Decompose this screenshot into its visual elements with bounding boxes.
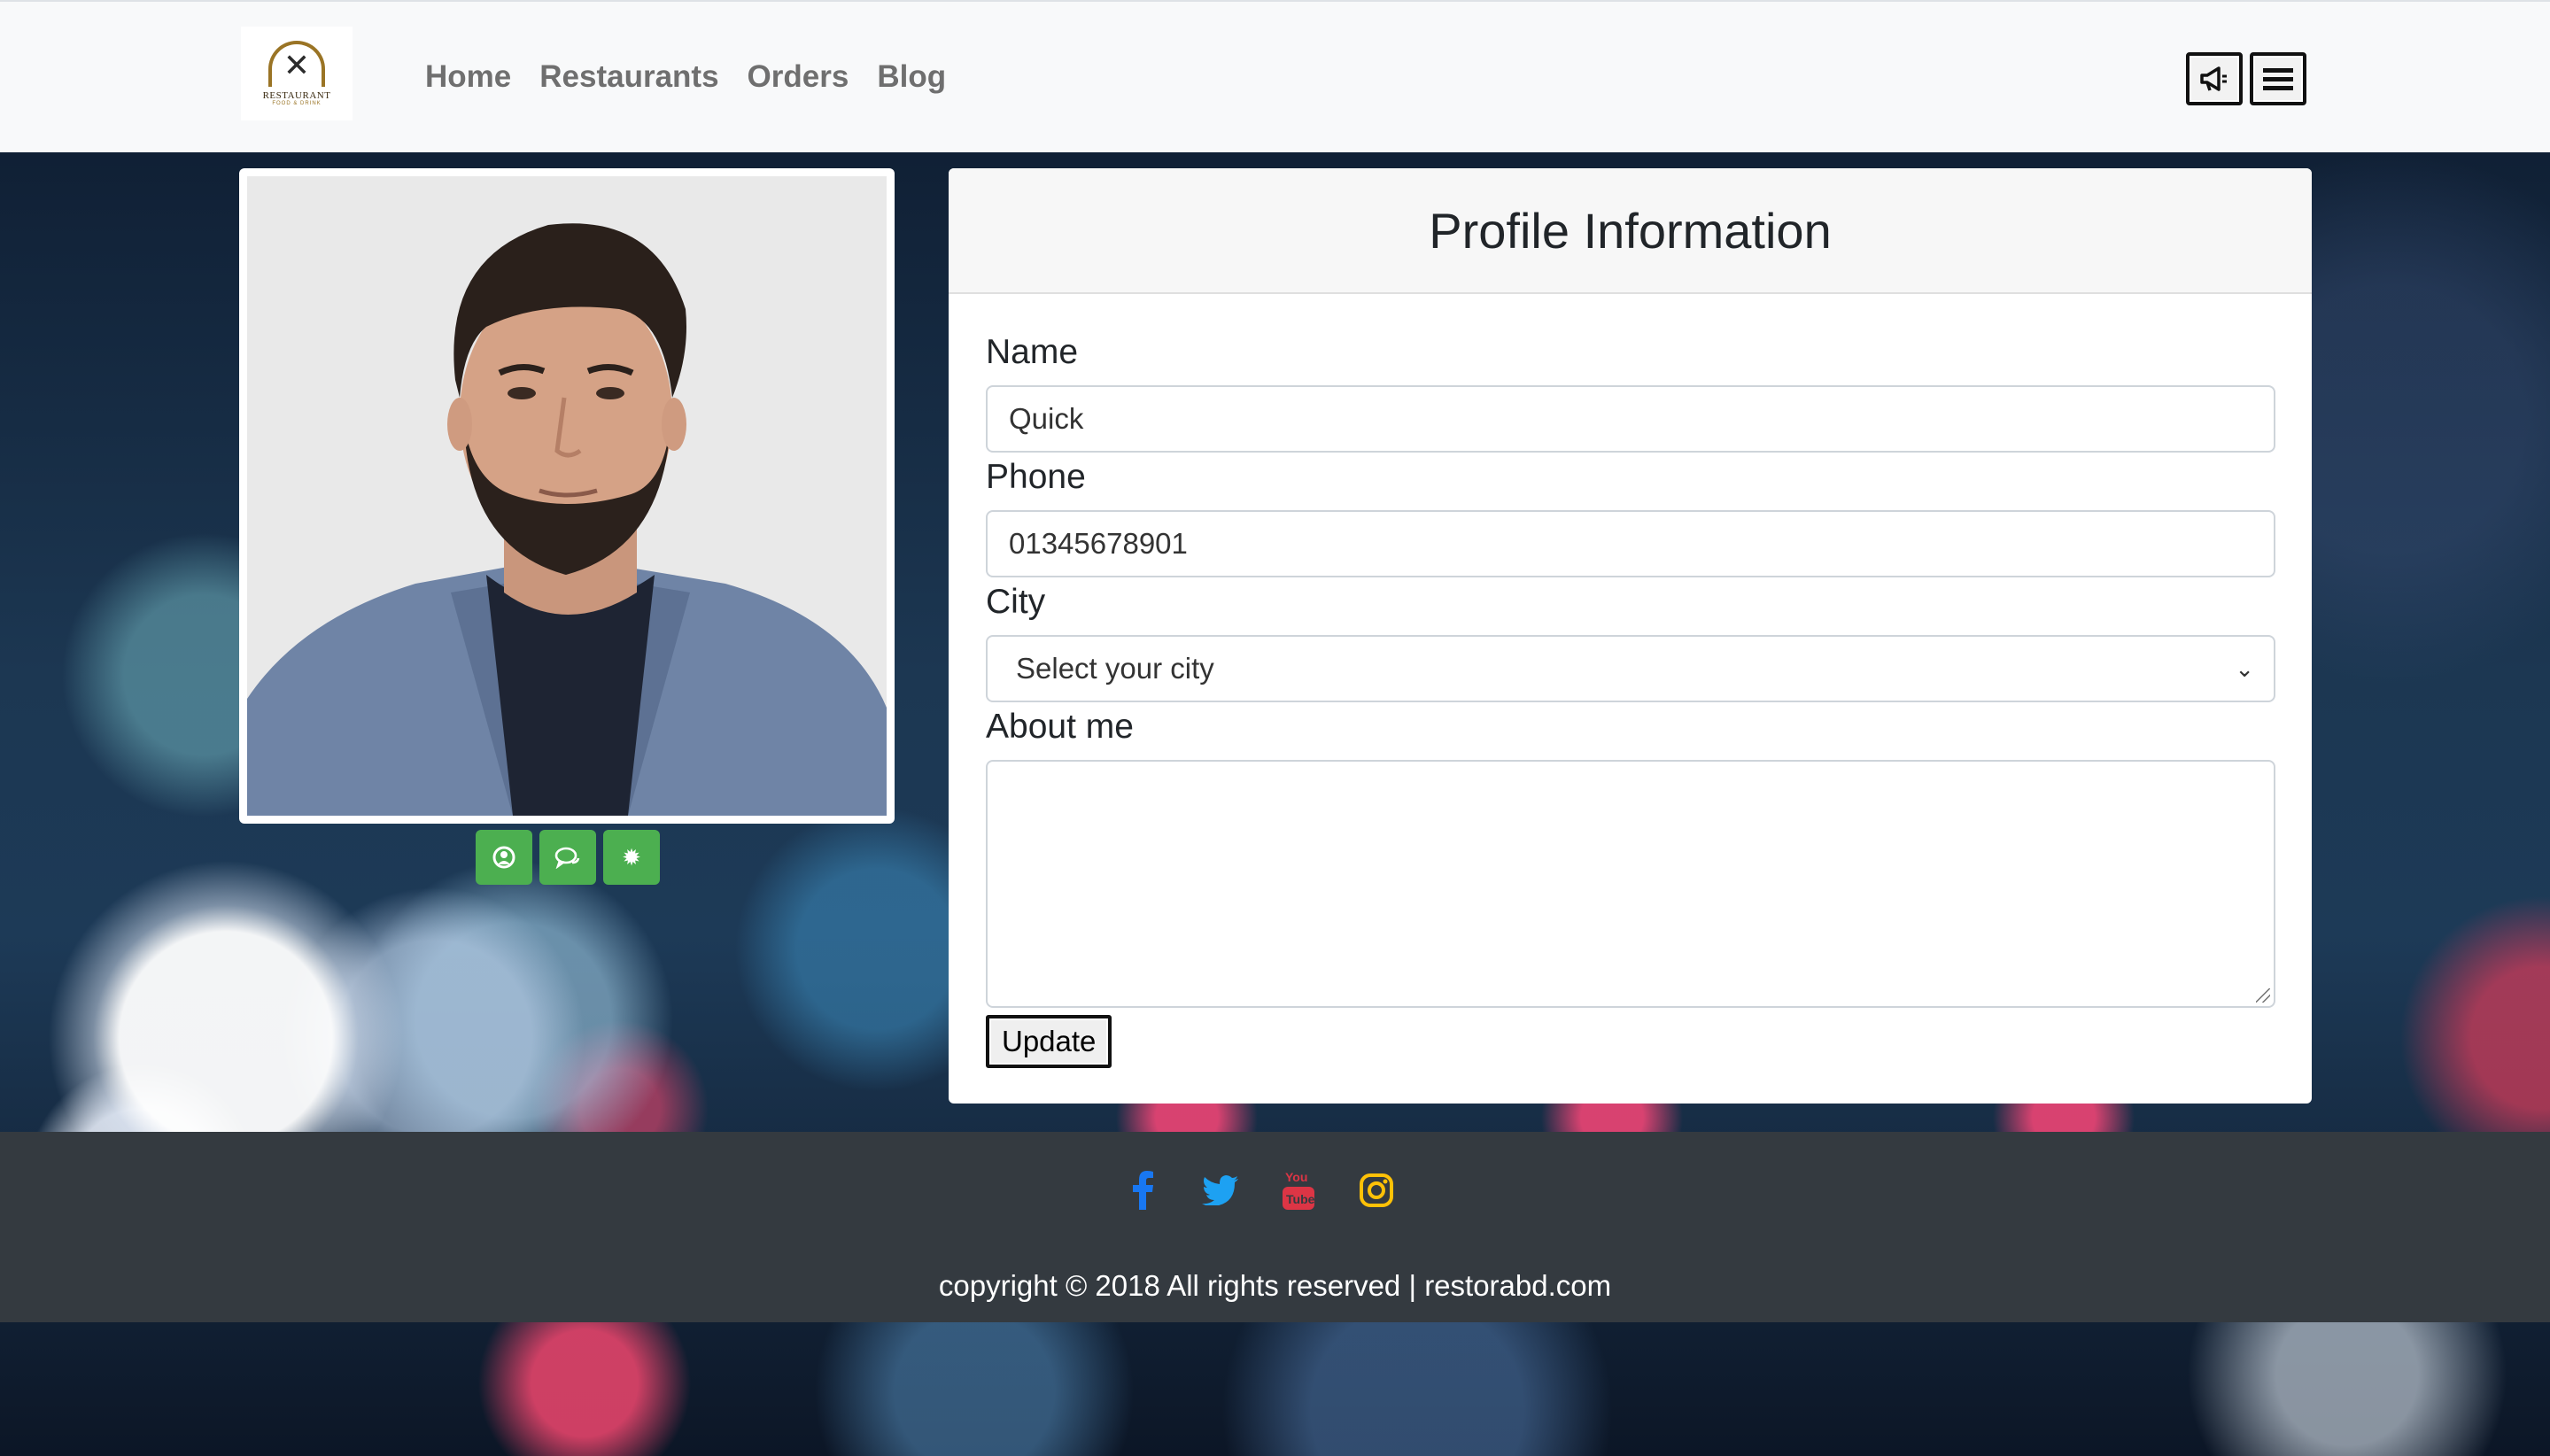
phone-value: 01345678901 (1009, 527, 1188, 560)
logo-text: RESTAURANT (262, 90, 331, 101)
nav-orders[interactable]: Orders (748, 59, 849, 95)
user-circle-icon (492, 846, 515, 869)
profile-info-card: Profile Information Name Quick Phone 013… (949, 168, 2312, 1104)
chat-icon (554, 847, 580, 869)
announcement-button[interactable] (2186, 52, 2243, 105)
youtube-icon: You Tube (1283, 1170, 1315, 1210)
card-header: Profile Information (949, 168, 2312, 294)
gear-icon: ✹ (622, 843, 641, 871)
name-label: Name (986, 333, 1079, 371)
profile-form: Name Quick Phone 01345678901 City Select… (949, 335, 2312, 1068)
profile-photo-card (239, 168, 895, 824)
resize-handle-icon[interactable] (2256, 988, 2270, 1003)
hamburger-menu-icon (2263, 64, 2293, 95)
social-links: You Tube (1123, 1167, 1396, 1213)
menu-toggle-button[interactable] (2250, 52, 2306, 105)
facebook-icon (1133, 1171, 1153, 1210)
profile-button[interactable] (476, 830, 532, 885)
site-logo[interactable]: ✕ RESTAURANT FOOD & DRINK (241, 27, 353, 120)
nav-home[interactable]: Home (425, 59, 511, 95)
about-label: About me (986, 708, 1134, 746)
nav-blog[interactable]: Blog (877, 59, 946, 95)
fork-spoon-icon: ✕ (268, 41, 325, 87)
update-button[interactable]: Update (986, 1015, 1112, 1068)
profile-photo (247, 176, 887, 816)
facebook-link[interactable] (1123, 1167, 1162, 1213)
chevron-down-icon: ⌄ (2235, 654, 2254, 682)
page-title: Profile Information (1429, 202, 1832, 259)
svg-text:You: You (1285, 1170, 1307, 1184)
nav-restaurants[interactable]: Restaurants (539, 59, 718, 95)
city-label: City (986, 583, 1046, 621)
about-textarea[interactable] (986, 760, 2275, 1008)
youtube-link[interactable]: You Tube (1279, 1167, 1318, 1213)
copyright-text: copyright © 2018 All rights reserved | r… (938, 1269, 1612, 1302)
main-nav: Home Restaurants Orders Blog (425, 59, 946, 95)
settings-button[interactable]: ✹ (603, 830, 660, 885)
name-input[interactable]: Quick (986, 385, 2275, 453)
logo-subtext: FOOD & DRINK (272, 101, 322, 106)
city-selected-value: Select your city (1016, 652, 1214, 685)
profile-actions: ✹ (476, 830, 660, 885)
instagram-link[interactable] (1357, 1167, 1396, 1213)
city-select[interactable]: Select your city ⌄ (986, 635, 2275, 702)
svg-text:Tube: Tube (1286, 1192, 1315, 1206)
twitter-link[interactable] (1201, 1167, 1240, 1213)
phone-input[interactable]: 01345678901 (986, 510, 2275, 577)
instagram-icon (1360, 1173, 1393, 1207)
phone-label: Phone (986, 458, 1086, 496)
messages-button[interactable] (539, 830, 596, 885)
site-footer: You Tube copyright © 2018 All rights res… (0, 1132, 2550, 1322)
name-value: Quick (1009, 402, 1084, 435)
top-navbar: ✕ RESTAURANT FOOD & DRINK Home Restauran… (0, 0, 2550, 152)
megaphone-icon (2200, 66, 2227, 91)
twitter-icon (1202, 1175, 1238, 1205)
